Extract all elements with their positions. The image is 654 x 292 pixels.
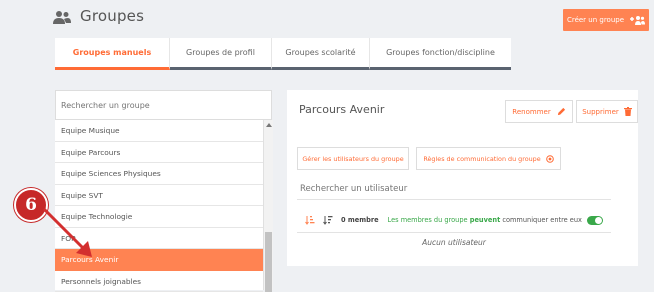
tab-groupes-manuels[interactable]: Groupes manuels	[55, 38, 170, 70]
rename-label: Renommer	[512, 108, 550, 116]
create-group-label: Créer un groupe	[567, 16, 624, 24]
group-list-scrollbar[interactable]	[263, 120, 273, 290]
sort-descending-icon[interactable]	[323, 215, 333, 225]
rename-button[interactable]: Renommer	[505, 100, 573, 123]
group-detail-panel: Parcours Avenir Renommer Supprimer Gérer…	[287, 90, 638, 266]
users-icon	[53, 10, 71, 26]
group-item[interactable]: Equipe Sciences Physiques	[55, 163, 263, 185]
add-users-icon	[629, 15, 645, 25]
communication-rules-button[interactable]: Règles de communication du groupe	[416, 147, 561, 170]
communication-text-part1: Les membres du groupe	[388, 216, 468, 224]
communication-toggle[interactable]	[587, 216, 603, 225]
group-item[interactable]: Personnels joignables	[55, 271, 263, 292]
pencil-icon	[557, 107, 566, 116]
arrow-icon	[40, 205, 100, 261]
group-item[interactable]: Equipe Parcours	[55, 142, 263, 164]
target-icon	[546, 155, 554, 163]
communication-status-text: Les membres du groupe peuvent communique…	[388, 216, 582, 224]
create-group-button[interactable]: Créer un groupe	[563, 9, 649, 31]
trash-icon	[624, 107, 632, 116]
member-count: 0 membre	[341, 216, 379, 224]
sort-ascending-icon[interactable]	[305, 215, 315, 225]
members-summary-row: 0 membre Les membres du groupe peuvent c…	[297, 211, 611, 229]
manage-users-button[interactable]: Gérer les utilisateurs du groupe	[297, 147, 409, 170]
scrollbar-thumb[interactable]	[265, 232, 272, 292]
communication-text-bold: peuvent	[470, 216, 501, 224]
tab-groupes-de-profil[interactable]: Groupes de profil	[170, 38, 272, 70]
communication-text-part2: communiquer entre eux	[502, 216, 582, 224]
empty-users-message: Aucun utilisateur	[297, 238, 611, 247]
group-search-input[interactable]	[55, 90, 272, 120]
tab-groupes-fonction-discipline[interactable]: Groupes fonction/discipline	[370, 38, 511, 70]
group-item[interactable]: Equipe Musique	[55, 120, 263, 142]
user-search-input[interactable]	[297, 178, 611, 200]
delete-button[interactable]: Supprimer	[576, 100, 638, 123]
page-title: Groupes	[80, 7, 144, 25]
group-title: Parcours Avenir	[299, 103, 384, 116]
group-item[interactable]: Equipe SVT	[55, 185, 263, 207]
divider	[297, 232, 611, 233]
tab-bar: Groupes manuels Groupes de profil Groupe…	[55, 38, 511, 70]
scroll-up-arrow-icon[interactable]	[264, 120, 273, 130]
communication-rules-label: Règles de communication du groupe	[423, 155, 540, 163]
tab-groupes-scolarite[interactable]: Groupes scolarité	[272, 38, 370, 70]
delete-label: Supprimer	[582, 108, 619, 116]
